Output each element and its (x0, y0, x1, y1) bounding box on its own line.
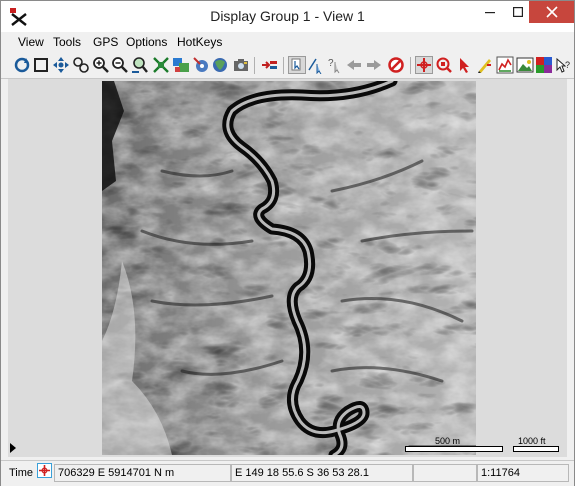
zoom-target-icon[interactable] (435, 56, 453, 74)
expand-panel-arrow[interactable] (10, 443, 16, 453)
zoom-box-icon[interactable] (72, 56, 90, 74)
pan-icon[interactable] (52, 56, 70, 74)
crosshair-icon (39, 465, 50, 476)
menu-bar: View Tools GPS Options HotKeys (1, 32, 574, 52)
palette-icon[interactable] (535, 56, 553, 74)
scale-bar-metric (405, 446, 503, 452)
scale-imperial-label: 1000 ft (518, 436, 546, 446)
forward-icon[interactable] (365, 56, 383, 74)
app-window: Display Group 1 - View 1 View Tools GPS … (0, 0, 575, 486)
snapshot-icon[interactable] (211, 56, 229, 74)
svg-text:?: ? (328, 58, 334, 69)
time-label: Time (9, 467, 34, 479)
map-scale-ratio: 1:11764 (477, 464, 569, 482)
query-icon[interactable]: ? (326, 56, 344, 74)
close-button[interactable] (529, 1, 574, 23)
zoom-in-icon[interactable] (92, 56, 110, 74)
coords-geographic: E 149 18 55.6 S 36 53 28.1 (231, 464, 413, 482)
toolbar: ? ? (1, 53, 574, 79)
scale-metric-text: 500 m (435, 436, 461, 446)
status-empty-cell (413, 464, 477, 482)
minimize-button[interactable] (475, 1, 505, 23)
color-balance-icon[interactable] (496, 56, 514, 74)
title-bar[interactable]: Display Group 1 - View 1 (1, 1, 574, 32)
toolbar-separator (410, 57, 411, 74)
menu-tools[interactable]: Tools (53, 35, 81, 49)
sketch-icon[interactable] (476, 56, 494, 74)
menu-view[interactable]: View (18, 35, 44, 49)
multi-select-icon[interactable] (307, 56, 325, 74)
full-view-icon[interactable] (32, 56, 50, 74)
toolbar-separator (254, 57, 255, 74)
gps-icon[interactable] (192, 56, 210, 74)
terrain-map[interactable]: 500 m (102, 81, 476, 455)
redraw-icon[interactable] (13, 56, 31, 74)
coords-projected: 706329 E 5914701 N m (54, 464, 231, 482)
pointer-icon[interactable] (456, 56, 474, 74)
zoom-out-icon[interactable] (111, 56, 129, 74)
zoom-fit-icon[interactable] (131, 56, 149, 74)
zoom-extent-icon[interactable] (152, 56, 170, 74)
back-icon[interactable] (345, 56, 363, 74)
help-icon[interactable]: ? (554, 56, 572, 74)
menu-gps[interactable]: GPS (93, 35, 118, 49)
menu-hotkeys[interactable]: HotKeys (177, 35, 222, 49)
layer-controls-icon[interactable] (172, 56, 190, 74)
menu-options[interactable]: Options (126, 35, 167, 49)
select-element-icon[interactable] (288, 56, 306, 74)
map-viewport[interactable]: 500 m 500 m 1000 ft (8, 79, 567, 457)
cancel-icon[interactable] (387, 56, 405, 74)
scale-bar (408, 445, 476, 451)
position-picker-button[interactable] (37, 463, 52, 478)
snapshot-camera-icon[interactable] (232, 56, 250, 74)
status-bar: Time 706329 E 5914701 N m E 149 18 55.6 … (1, 460, 574, 486)
svg-text:?: ? (565, 60, 570, 70)
add-layer-icon[interactable] (260, 56, 278, 74)
image-icon[interactable] (516, 56, 534, 74)
scale-bar-imperial (513, 446, 559, 452)
position-icon[interactable] (415, 56, 433, 74)
toolbar-separator (283, 57, 284, 74)
